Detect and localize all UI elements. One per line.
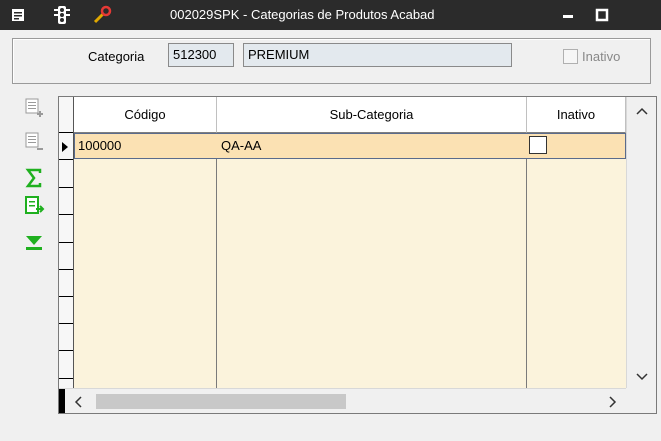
scroll-down-icon[interactable] [636, 369, 648, 385]
minimize-icon[interactable] [553, 4, 583, 26]
subcategoria-cell[interactable]: QA-AA [221, 138, 261, 153]
vertical-scrollbar[interactable] [626, 97, 656, 388]
last-record-icon[interactable] [20, 230, 48, 254]
window-title: 002029SPK - Categorias de Produtos Acaba… [170, 7, 435, 22]
list-icon[interactable] [8, 5, 28, 25]
wrench-icon[interactable] [92, 5, 112, 25]
column-header-inativo[interactable]: Inativo [527, 97, 626, 133]
inativo-cell-checkbox[interactable] [529, 136, 547, 154]
column-header-codigo[interactable]: Código [74, 97, 217, 133]
add-row-icon[interactable] [20, 96, 48, 120]
categoria-label: Categoria [88, 49, 145, 64]
inativo-label: Inativo [582, 49, 621, 64]
traffic-light-icon[interactable] [52, 5, 72, 25]
column-header-subcategoria[interactable]: Sub-Categoria [217, 97, 527, 133]
horizontal-scrollbar[interactable] [59, 388, 626, 413]
table-row[interactable]: 100000 QA-AA [74, 133, 626, 159]
maximize-icon[interactable] [587, 4, 617, 26]
scroll-up-icon[interactable] [636, 103, 648, 119]
scrollbar-corner [626, 388, 656, 413]
remove-row-icon[interactable] [20, 130, 48, 154]
codigo-cell[interactable]: 100000 [78, 138, 121, 153]
horizontal-scroll-thumb[interactable] [96, 394, 346, 409]
title-bar: 002029SPK - Categorias de Produtos Acaba… [0, 0, 661, 30]
sum-icon[interactable] [20, 166, 48, 190]
scroll-right-icon[interactable] [608, 395, 618, 411]
subcategory-grid[interactable]: Código Sub-Categoria Inativo 100000 QA-A… [58, 96, 657, 414]
category-panel: Categoria 512300 PREMIUM Inativo [12, 38, 651, 84]
row-indicator-column [59, 97, 74, 388]
inativo-option[interactable]: Inativo [563, 49, 620, 64]
current-row-indicator-icon [62, 142, 68, 152]
categoria-name-field[interactable]: PREMIUM [243, 43, 512, 67]
export-icon[interactable] [20, 194, 48, 218]
categoria-code-field[interactable]: 512300 [168, 43, 234, 67]
inativo-checkbox[interactable] [563, 49, 578, 64]
scroll-left-icon[interactable] [73, 395, 83, 411]
